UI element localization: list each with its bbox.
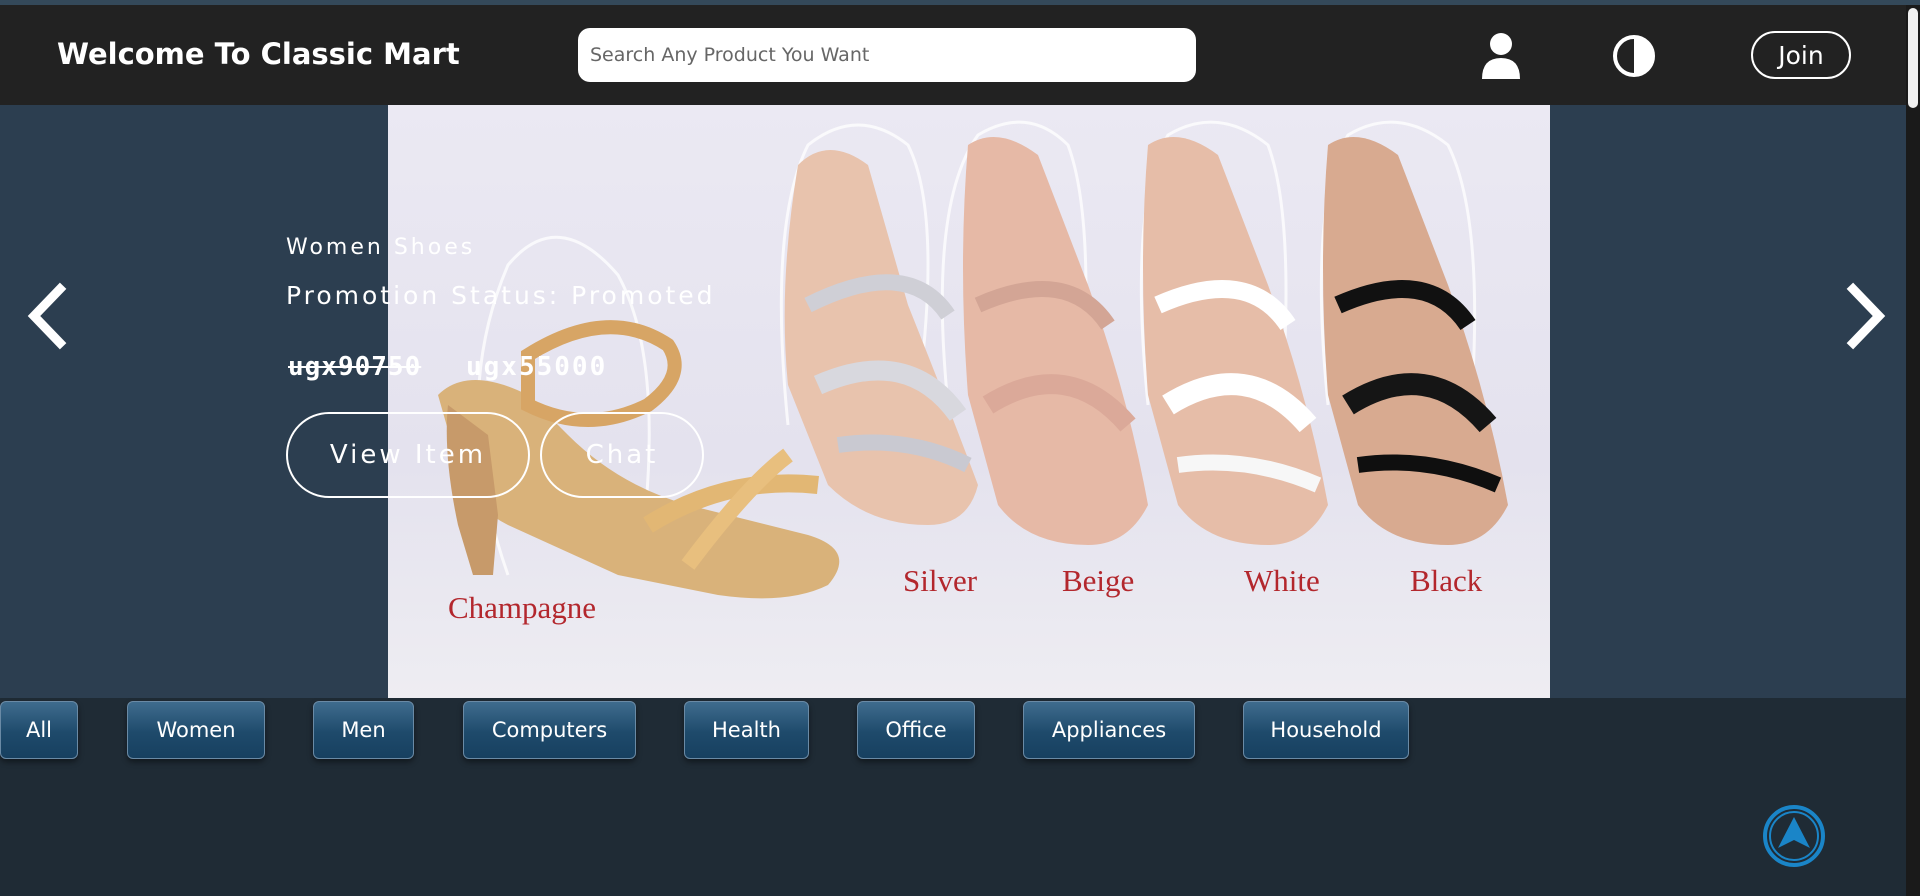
image-label-champagne: Champagne [448,590,597,625]
view-item-button[interactable]: View Item [286,412,530,498]
slide-category: Women Shoes [286,235,476,260]
chat-button[interactable]: Chat [540,412,704,498]
promotion-status: Promotion Status: Promoted [286,281,716,310]
join-button[interactable]: Join [1751,31,1851,79]
new-price: ugx55000 [466,352,608,382]
user-icon[interactable] [1480,32,1522,80]
header: Welcome To Classic Mart Join [0,5,1906,105]
category-all-button[interactable]: All [0,701,78,759]
category-appliances-button[interactable]: Appliances [1023,701,1195,759]
arrow-up-circle-icon[interactable] [1762,804,1826,868]
chevron-left-icon[interactable] [20,281,70,351]
category-bar: All Women Men Computers Health Office Ap… [0,700,1906,764]
search-input[interactable] [578,28,1196,82]
category-household-button[interactable]: Household [1243,701,1409,759]
image-label-silver: Silver [903,563,978,598]
image-label-beige: Beige [1062,563,1135,598]
hero-carousel: Champagne Silver Beige White Black Women… [0,105,1906,698]
category-health-button[interactable]: Health [684,701,809,759]
image-label-black: Black [1410,563,1483,598]
category-men-button[interactable]: Men [313,701,414,759]
scrollbar-thumb[interactable] [1908,8,1918,108]
scrollbar-track[interactable] [1906,5,1920,896]
contrast-icon[interactable] [1612,34,1656,78]
chevron-right-icon[interactable] [1843,281,1893,351]
category-women-button[interactable]: Women [127,701,265,759]
old-price: ugx90750 [288,352,422,382]
site-title: Welcome To Classic Mart [57,37,460,71]
category-office-button[interactable]: Office [857,701,975,759]
image-label-white: White [1244,563,1320,598]
product-image: Champagne Silver Beige White Black [388,105,1550,698]
category-computers-button[interactable]: Computers [463,701,636,759]
